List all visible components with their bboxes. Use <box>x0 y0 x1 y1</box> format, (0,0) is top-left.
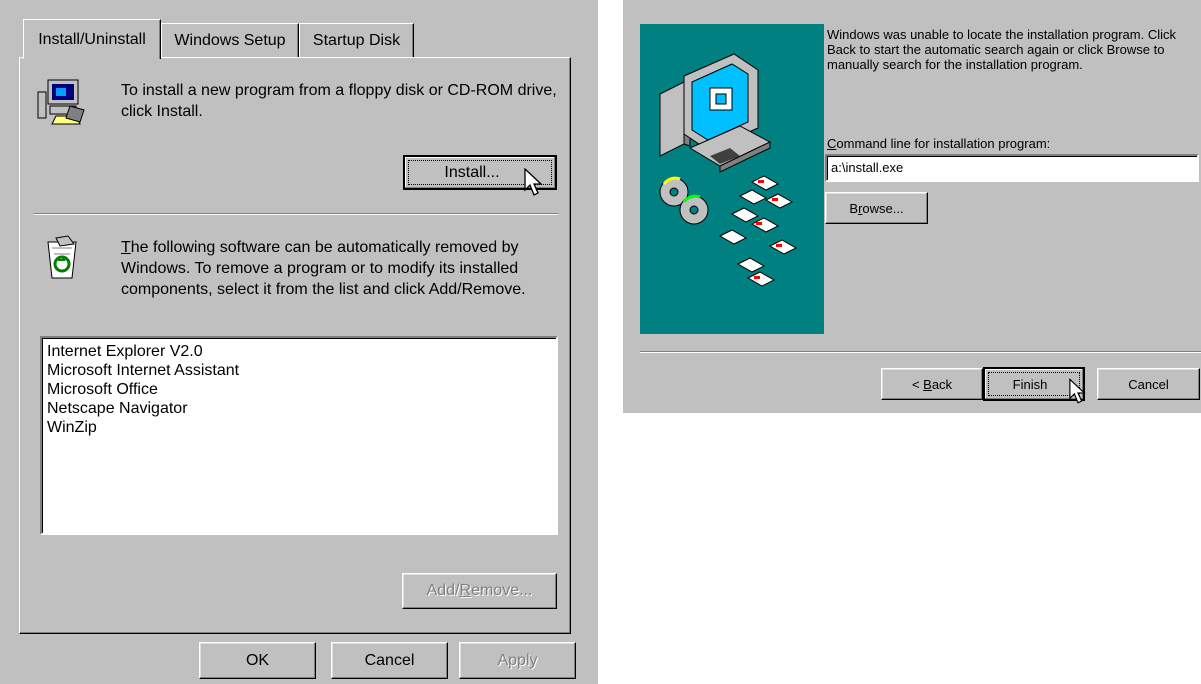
installed-programs-list[interactable]: Internet Explorer V2.0 Microsoft Interne… <box>40 336 558 535</box>
finish-button-label: Finish <box>1012 376 1048 392</box>
back-button[interactable]: < Back <box>881 368 983 400</box>
uninstall-instructions-body: he following software can be automatical… <box>121 239 526 298</box>
tab-windows-setup[interactable]: Windows Setup <box>161 23 299 57</box>
computer-install-icon <box>36 76 88 128</box>
list-item[interactable]: Microsoft Internet Assistant <box>42 361 556 380</box>
wizard-cancel-button[interactable]: Cancel <box>1097 368 1200 400</box>
list-item[interactable]: WinZip <box>42 418 556 437</box>
command-line-label: Command line for installation program: <box>827 136 1051 151</box>
add-remove-button-label: Add/Remove... <box>426 582 533 599</box>
list-item[interactable]: Netscape Navigator <box>42 399 556 418</box>
wizard-cancel-button-label: Cancel <box>1128 376 1169 392</box>
wizard-message: Windows was unable to locate the install… <box>827 27 1177 72</box>
list-item[interactable]: Internet Explorer V2.0 <box>42 342 556 361</box>
apply-button-label: Apply <box>497 651 538 669</box>
mouse-pointer-icon <box>524 167 544 203</box>
install-button-label: Install... <box>444 163 500 181</box>
back-button-label: < Back <box>911 376 953 392</box>
section-divider <box>34 213 558 215</box>
uninstall-instructions-accelerator: T <box>121 239 131 256</box>
apply-button[interactable]: Apply <box>459 642 576 679</box>
add-remove-button[interactable]: Add/Remove... <box>402 573 557 609</box>
add-remove-programs-dialog: Install/Uninstall Windows Setup Startup … <box>0 0 598 684</box>
ok-button[interactable]: OK <box>199 642 316 679</box>
install-instructions: To install a new program from a floppy d… <box>121 82 557 120</box>
browse-button-label: Browse... <box>849 200 904 216</box>
tab-label: Startup Disk <box>312 31 401 49</box>
command-line-value: a:\install.exe <box>831 160 904 175</box>
mouse-pointer-icon <box>1069 378 1087 411</box>
wizard-illustration <box>640 24 824 334</box>
tab-startup-disk[interactable]: Startup Disk <box>299 23 414 57</box>
wizard-divider <box>640 351 1201 353</box>
uninstall-instructions: The following software can be automatica… <box>121 237 561 300</box>
list-item[interactable]: Microsoft Office <box>42 380 556 399</box>
install-wizard-dialog: Windows was unable to locate the install… <box>623 0 1201 413</box>
command-line-input[interactable]: a:\install.exe <box>825 154 1199 182</box>
cancel-button-label: Cancel <box>364 651 415 669</box>
tab-label: Windows Setup <box>174 31 286 49</box>
tab-label: Install/Uninstall <box>38 30 146 48</box>
tab-install-uninstall[interactable]: Install/Uninstall <box>23 19 161 59</box>
cancel-button[interactable]: Cancel <box>331 642 448 679</box>
browse-button[interactable]: Browse... <box>825 192 928 224</box>
recycle-bin-icon <box>38 234 86 282</box>
ok-button-label: OK <box>245 651 270 669</box>
